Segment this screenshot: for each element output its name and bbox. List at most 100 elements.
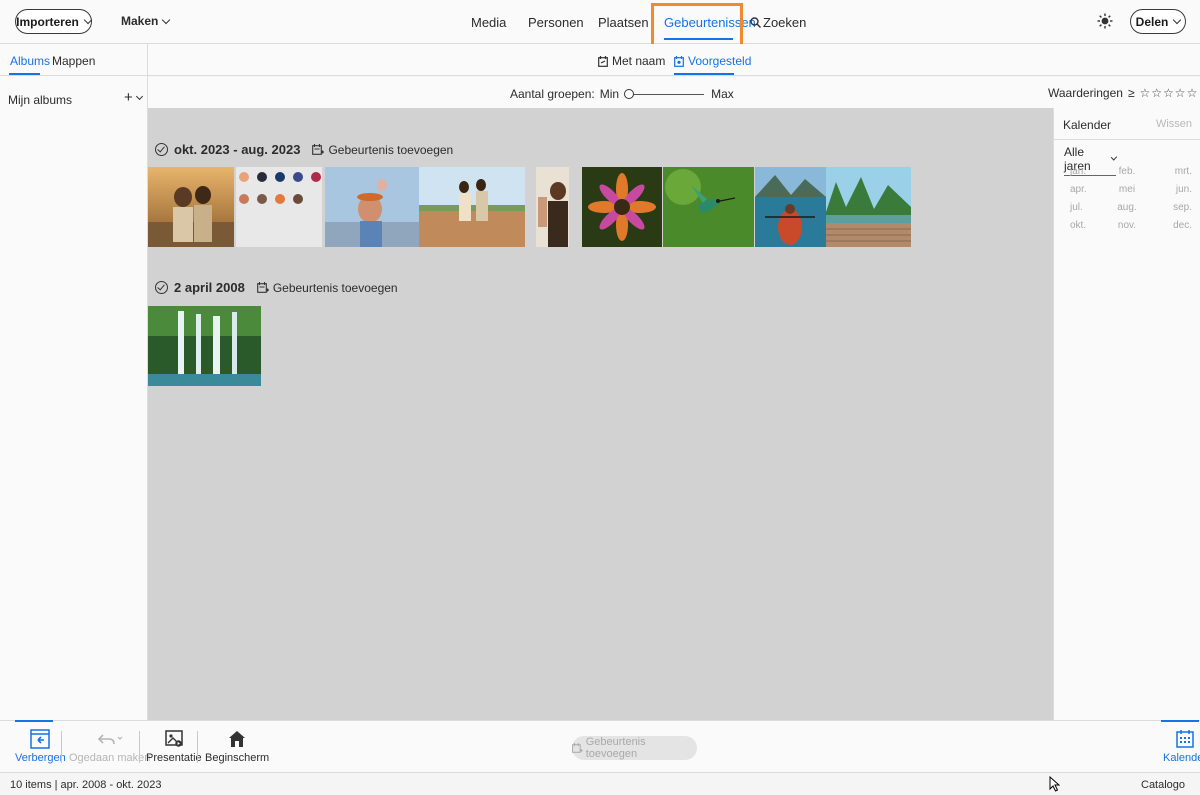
add-event-toolbar-button[interactable]: Gebeurtenis toevoegen — [572, 736, 697, 760]
photo-thumbnail[interactable] — [755, 167, 826, 247]
month-item[interactable]: aug. — [1105, 202, 1148, 213]
group-count-label: Aantal groepen: — [510, 87, 595, 101]
home-button[interactable]: Beginscherm — [205, 729, 269, 764]
add-event-label: Gebeurtenis toevoegen — [328, 142, 454, 157]
photo-thumbnail[interactable] — [536, 167, 569, 247]
hide-panel-icon — [30, 729, 51, 749]
search-button[interactable]: Zoeken — [750, 15, 806, 30]
tab-media[interactable]: Media — [471, 15, 506, 30]
event-group-header: 2 april 2008 Gebeurtenis toevoegen — [155, 280, 398, 295]
event-group-title: okt. 2023 - aug. 2023 — [174, 142, 301, 157]
calendar-edit-icon — [598, 55, 608, 67]
share-button[interactable]: Delen — [1130, 9, 1186, 34]
top-bar: Importeren Maken Media Personen Plaatsen… — [0, 0, 1200, 49]
filter-bar: Aantal groepen: Min Max Waarderingen ≥ ☆… — [148, 77, 1200, 108]
people-collage — [236, 167, 322, 247]
chevron-down-icon — [1173, 15, 1182, 25]
month-item[interactable]: sep. — [1149, 202, 1192, 213]
left-panel: Albums Mappen Mijn albums + — [0, 44, 148, 720]
view-mode-bar: Met naam Voorgesteld — [148, 44, 1200, 76]
tab-people[interactable]: Personen — [528, 15, 584, 30]
month-item[interactable]: jul. — [1062, 202, 1105, 213]
calendar-add-icon — [572, 742, 583, 753]
group-count-slider[interactable] — [624, 89, 705, 99]
home-label: Beginscherm — [205, 752, 270, 764]
month-grid: jan. feb. mrt. apr. mei jun. jul. aug. s… — [1062, 166, 1192, 231]
active-tab-indicator — [674, 73, 734, 75]
active-tool-indicator — [1161, 720, 1199, 722]
calendar-header: Kalender Wissen — [1054, 108, 1200, 140]
import-button[interactable]: Importeren — [15, 9, 93, 34]
slider-track — [626, 94, 705, 95]
month-item[interactable]: jan. — [1062, 166, 1105, 177]
month-item[interactable]: nov. — [1105, 220, 1148, 231]
photo-thumbnail[interactable] — [236, 167, 322, 247]
month-item[interactable]: mrt. — [1149, 166, 1192, 177]
calendar-toggle-button[interactable]: Kalender — [1163, 729, 1200, 764]
slideshow-icon — [165, 730, 183, 747]
my-albums-label: Mijn albums — [8, 93, 73, 107]
select-group-checkbox[interactable] — [155, 143, 168, 156]
month-item[interactable]: feb. — [1105, 166, 1148, 177]
waterfall-photo — [148, 306, 261, 386]
add-album-button[interactable]: + — [124, 89, 143, 106]
month-item[interactable]: mei — [1105, 184, 1148, 195]
events-grid: okt. 2023 - aug. 2023 Gebeurtenis toevoe… — [148, 108, 1053, 720]
portrait-photo — [536, 167, 569, 247]
tab-albums[interactable]: Albums — [10, 54, 50, 68]
month-item[interactable]: jun. — [1149, 184, 1192, 195]
flower-photo — [582, 167, 662, 247]
lagoon-photo — [826, 167, 911, 247]
star-rating[interactable]: ☆☆☆☆☆ — [1140, 86, 1199, 100]
hide-panel-button[interactable]: Verbergen — [15, 729, 66, 764]
active-tool-indicator — [15, 720, 53, 722]
month-item[interactable]: dec. — [1149, 220, 1192, 231]
suggested-label: Voorgesteld — [688, 54, 752, 68]
add-event-button[interactable]: Gebeurtenis toevoegen — [312, 143, 453, 157]
ratings-label: Waarderingen — [1048, 86, 1123, 100]
ratings-filter: Waarderingen ≥ ☆☆☆☆☆ — [1048, 86, 1198, 100]
event-group-title: 2 april 2008 — [174, 280, 245, 295]
select-group-checkbox[interactable] — [155, 281, 168, 294]
create-label: Maken — [121, 14, 159, 28]
tab-by-name[interactable]: Met naam — [598, 54, 665, 68]
chevron-down-icon — [1110, 154, 1118, 161]
add-event-button[interactable]: Gebeurtenis toevoegen — [256, 280, 398, 295]
min-label: Min — [599, 87, 620, 101]
month-item[interactable]: apr. — [1062, 184, 1105, 195]
home-icon — [229, 731, 246, 747]
photo-thumbnail[interactable] — [325, 167, 419, 247]
tab-suggested[interactable]: Voorgesteld — [674, 54, 751, 68]
slideshow-label: Presentatie — [146, 752, 202, 764]
tab-folders[interactable]: Mappen — [52, 54, 95, 68]
month-item[interactable]: okt. — [1062, 220, 1105, 231]
chevron-down-icon — [162, 15, 171, 24]
catalog-button[interactable]: Catalogo — [1141, 779, 1185, 791]
add-event-toolbar-label: Gebeurtenis toevoegen — [585, 736, 646, 760]
brightness-icon[interactable] — [1097, 13, 1113, 29]
by-name-label: Met naam — [612, 54, 666, 68]
photo-thumbnail[interactable] — [148, 167, 234, 247]
create-menu-button[interactable]: Maken — [121, 14, 171, 28]
slideshow-button[interactable]: Presentatie — [146, 729, 202, 764]
slider-handle[interactable] — [624, 89, 635, 99]
photo-thumbnail[interactable] — [148, 306, 261, 386]
active-tab-indicator — [9, 73, 40, 75]
photo-thumbnail[interactable] — [826, 167, 911, 247]
clear-button[interactable]: Wissen — [1156, 118, 1192, 130]
calendar-add-icon — [312, 143, 325, 155]
calendar-icon — [1176, 730, 1194, 748]
photo-thumbnail[interactable] — [663, 167, 754, 247]
divider — [61, 731, 62, 763]
group-count-control: Aantal groepen: Min Max — [510, 87, 734, 101]
event-group-header: okt. 2023 - aug. 2023 Gebeurtenis toevoe… — [155, 142, 453, 157]
add-event-label: Gebeurtenis toevoegen — [272, 280, 398, 295]
bottom-toolbar: Verbergen Ogedaan maken Presentatie Begi… — [0, 720, 1200, 772]
mouse-cursor-icon — [1049, 776, 1060, 792]
chevron-down-icon — [83, 15, 93, 25]
photo-thumbnail[interactable] — [419, 167, 525, 247]
tab-places[interactable]: Plaatsen — [598, 15, 649, 30]
status-bar: 10 items | apr. 2008 - okt. 2023 Catalog… — [0, 772, 1200, 795]
highlight-box — [651, 3, 743, 49]
photo-thumbnail[interactable] — [582, 167, 662, 247]
